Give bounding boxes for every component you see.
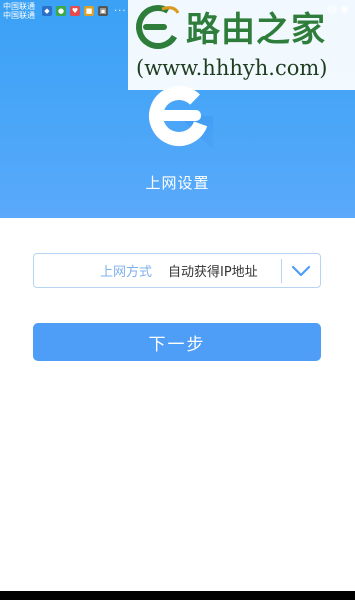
page-title: 上网设置: [145, 174, 210, 192]
watermark: 路由之家 (www.hhhyh.com): [128, 0, 355, 90]
lock-notification-icon: ▣: [98, 6, 108, 16]
watermark-url: (www.hhhyh.com): [136, 56, 328, 80]
connection-method-label: 上网方式: [99, 265, 152, 280]
watermark-logo-icon: [134, 3, 182, 51]
carrier-line-1: 中国联通: [3, 2, 35, 11]
bottom-edge: [0, 591, 355, 600]
connection-method-value: 自动获得IP地址: [168, 265, 258, 280]
photo-notification-icon: ■: [84, 6, 94, 16]
carrier-label: 中国联通 中国联通: [0, 2, 40, 20]
notification-icons: ◆ ● ♥ ■ ▣: [42, 6, 108, 16]
connection-method-select[interactable]: 上网方式 自动获得IP地址: [33, 253, 321, 288]
e-logo-icon: [145, 82, 213, 150]
heart-notification-icon: ♥: [70, 6, 80, 16]
watermark-text: 路由之家: [186, 10, 326, 50]
chat-notification-icon: ●: [56, 6, 66, 16]
chevron-down-icon[interactable]: [282, 254, 320, 287]
app-notification-icon: ◆: [42, 6, 52, 16]
carrier-line-2: 中国联通: [3, 11, 35, 20]
more-notifications-icon: ···: [114, 5, 127, 17]
next-step-button[interactable]: 下一步: [33, 323, 321, 361]
